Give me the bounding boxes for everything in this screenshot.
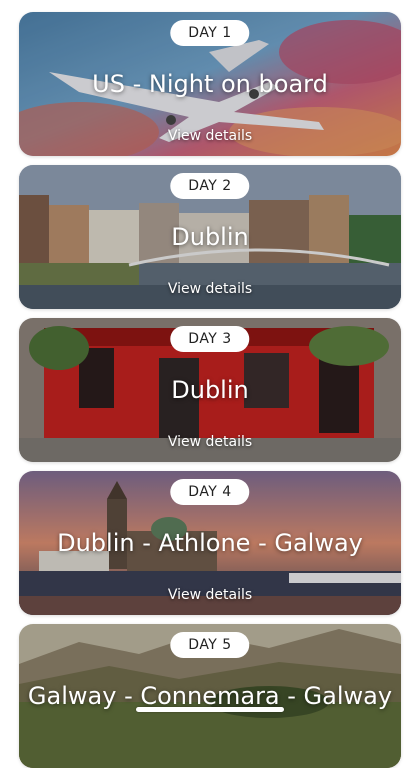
view-details-link[interactable]: View details <box>19 281 401 297</box>
day-badge: DAY 5 <box>170 632 250 658</box>
day-badge: DAY 2 <box>170 173 250 199</box>
day-card-4[interactable]: DAY 4 Dublin - Athlone - Galway View det… <box>19 471 401 615</box>
itinerary-list[interactable]: DAY 1 US - Night on board View details D… <box>0 0 420 768</box>
day-badge: DAY 1 <box>170 20 250 46</box>
day-badge: DAY 4 <box>170 479 250 505</box>
day-title: Dublin <box>171 376 249 404</box>
day-title: Galway - Connemara - Galway <box>27 682 393 710</box>
day-title: US - Night on board <box>92 70 328 98</box>
view-details-link[interactable]: View details <box>19 434 401 450</box>
day-title: Dublin <box>171 223 249 251</box>
day-card-3[interactable]: DAY 3 Dublin View details <box>19 318 401 462</box>
view-details-link[interactable]: View details <box>19 128 401 144</box>
view-details-link[interactable]: View details <box>19 587 401 603</box>
day-title: Dublin - Athlone - Galway <box>57 529 363 557</box>
home-indicator[interactable] <box>136 707 284 712</box>
day-card-5[interactable]: DAY 5 Galway - Connemara - Galway <box>19 624 401 768</box>
day-badge: DAY 3 <box>170 326 250 352</box>
day-card-2[interactable]: DAY 2 Dublin View details <box>19 165 401 309</box>
day-card-1[interactable]: DAY 1 US - Night on board View details <box>19 12 401 156</box>
